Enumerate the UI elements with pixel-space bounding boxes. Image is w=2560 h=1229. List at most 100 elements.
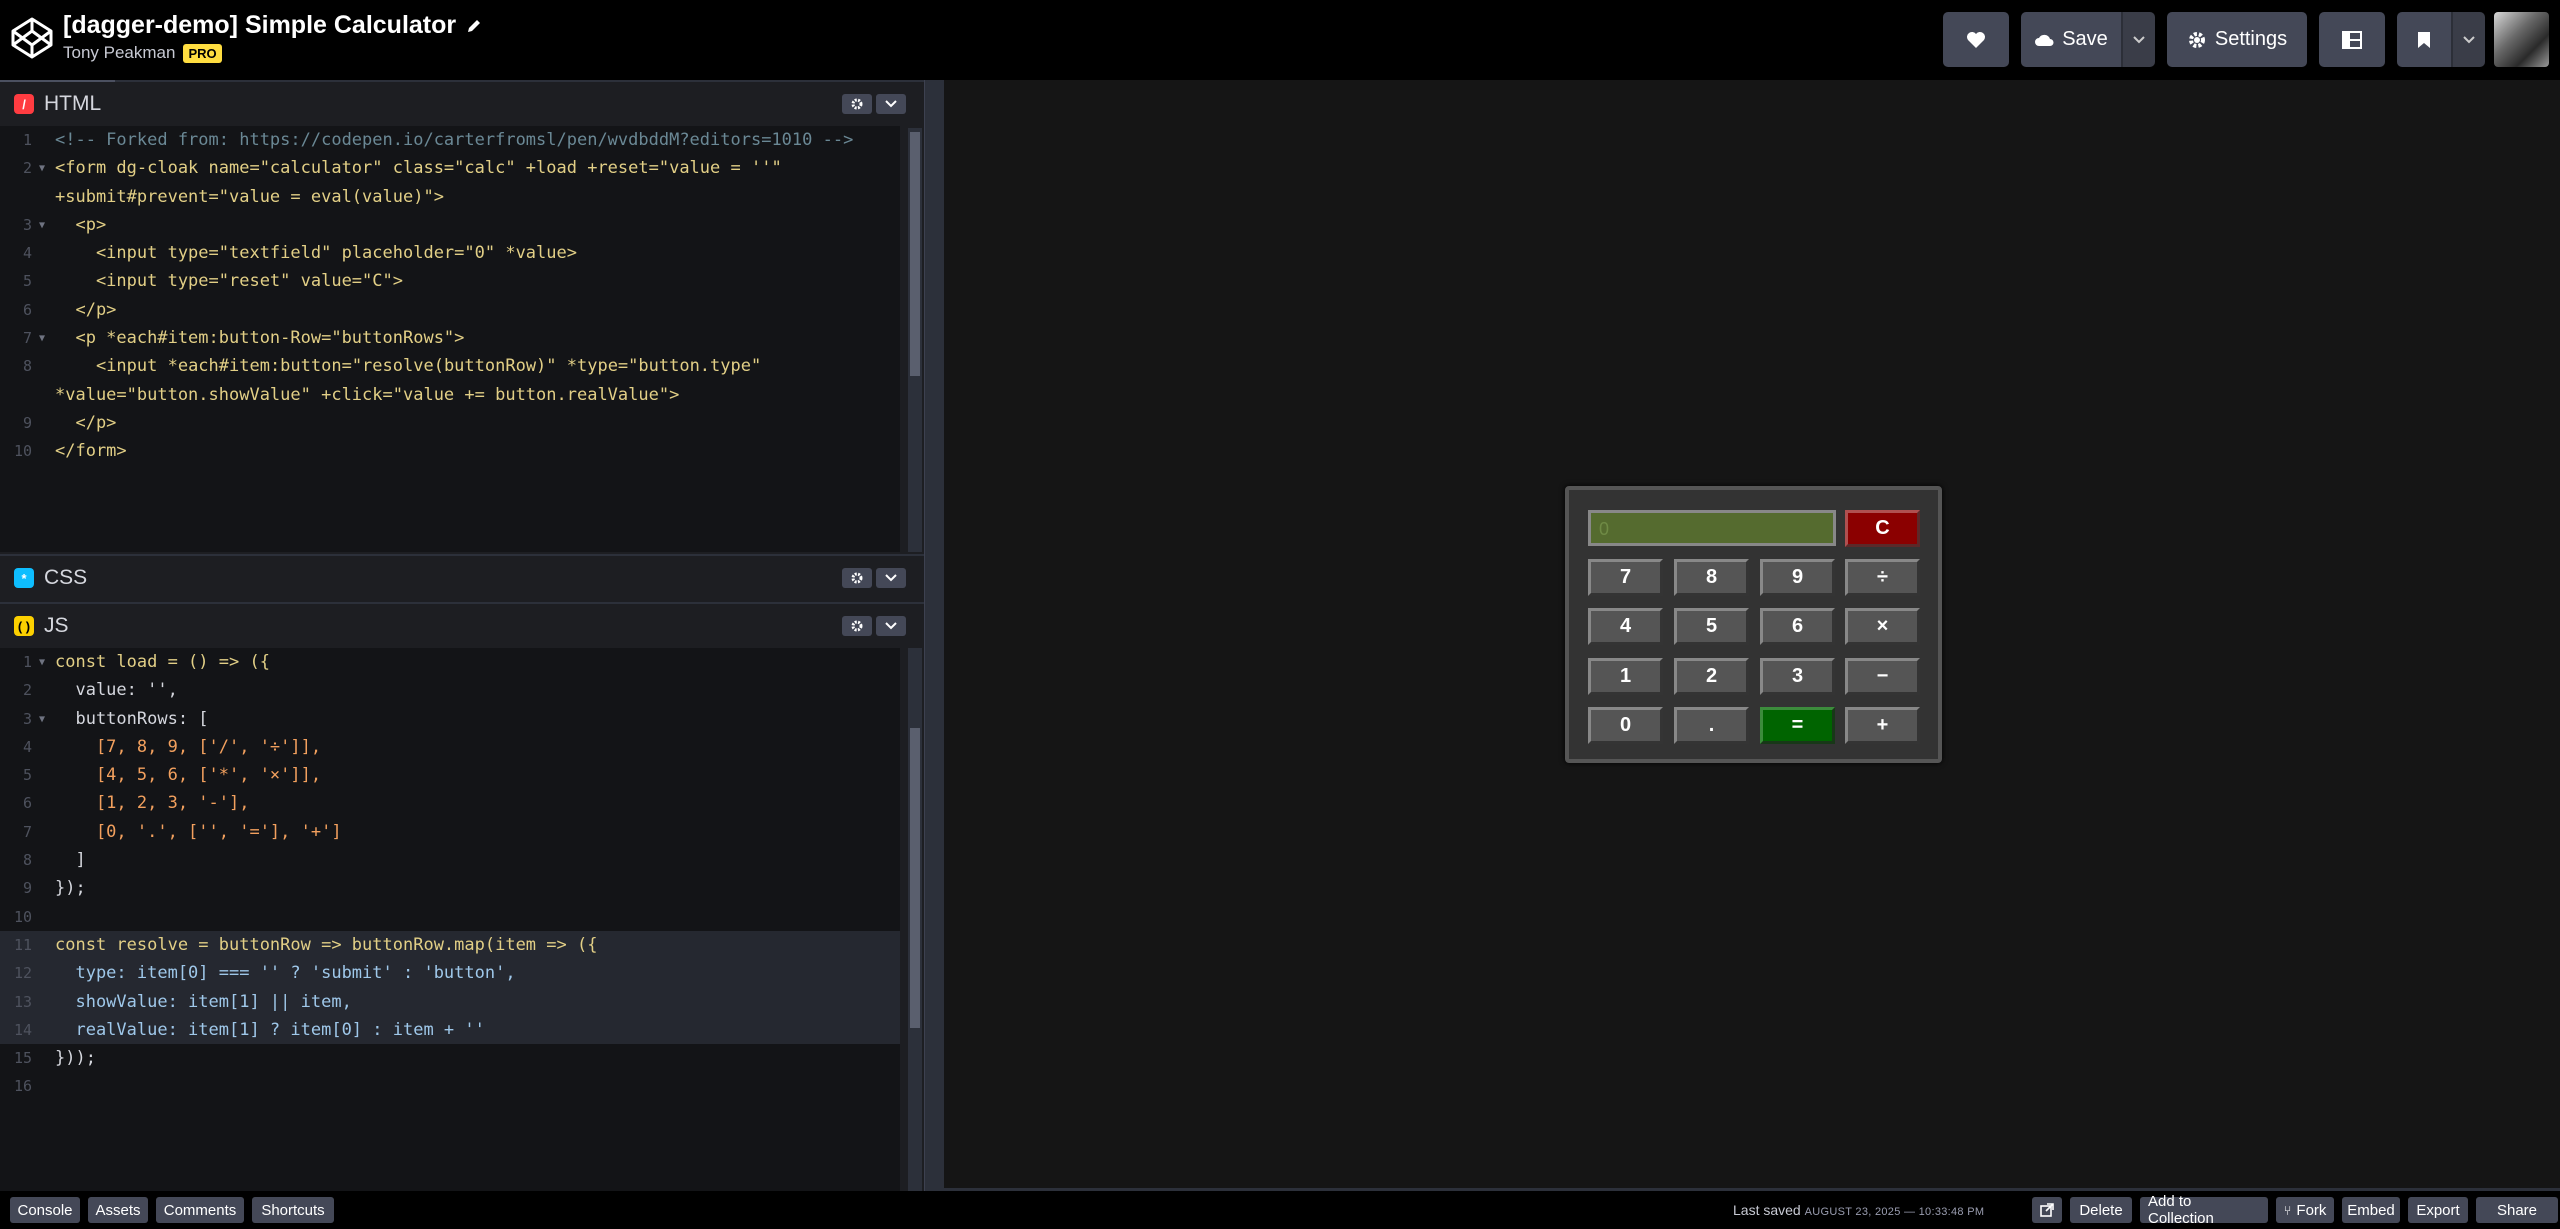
code-line: 11 const resolve = buttonRow => buttonRow… (0, 930, 900, 960)
cloud-icon (2035, 34, 2054, 46)
code-line: 2 ▼ <form dg-cloak name="calculator" class… (22, 158, 792, 207)
calculator-display[interactable]: 0 (1588, 510, 1836, 546)
code-line: 9}); (22, 878, 86, 899)
fork-button[interactable]: ⑂ Fork (2276, 1197, 2334, 1223)
key-divide[interactable]: ÷ (1845, 559, 1920, 596)
code-line: 8 ] (22, 850, 86, 871)
pen-title[interactable]: [dagger-demo] Simple Calculator (63, 11, 456, 40)
code-line: 2 value: '', (22, 680, 178, 701)
comments-button[interactable]: Comments (156, 1197, 244, 1223)
save-label: Save (2062, 28, 2108, 50)
key-9[interactable]: 9 (1760, 559, 1835, 596)
last-saved-status: Last saved AUGUST 23, 2025 — 10:33:48 PM (1733, 1202, 1984, 1218)
js-collapse-button[interactable] (876, 616, 906, 636)
add-to-collection-button[interactable]: Add to Collection (2140, 1193, 2268, 1227)
js-settings-button[interactable] (842, 616, 872, 636)
code-line: 6 </p> (22, 299, 117, 320)
code-line: 1 ▼ const load = () => ({ (22, 652, 270, 672)
html-icon: / (14, 94, 34, 114)
settings-label: Settings (2214, 28, 2288, 50)
js-editor-header: ( ) JS (0, 602, 924, 648)
code-line: 9 </p> (22, 412, 117, 433)
key-plus[interactable]: + (1845, 707, 1920, 744)
js-code-editor[interactable]: 1 ▼ const load = () => ({ 2 value: '', 3 ▼ … (0, 648, 900, 1191)
css-settings-button[interactable] (842, 568, 872, 588)
code-line: 12 type: item[0] === '' ? 'submit' : 'bu… (0, 959, 900, 988)
bottom-bar: Console Assets Comments Shortcuts Last s… (0, 1191, 2560, 1229)
key-minus[interactable]: − (1845, 658, 1920, 695)
share-button[interactable]: Share (2476, 1197, 2558, 1223)
html-scrollbar[interactable] (908, 128, 922, 552)
shortcuts-button[interactable]: Shortcuts (252, 1197, 334, 1223)
key-3[interactable]: 3 (1760, 658, 1835, 695)
save-button[interactable]: Save (2021, 12, 2121, 67)
last-saved-date: AUGUST 23, 2025 — 10:33:48 PM (1804, 1206, 1985, 1218)
code-line: 4 <input type="textfield" placeholder="0… (22, 243, 577, 264)
code-line: 4 [7, 8, 9, ['/', '÷']], (22, 736, 322, 757)
layout-icon (2342, 30, 2362, 49)
gear-icon (2188, 31, 2205, 48)
key-0[interactable]: 0 (1588, 707, 1663, 744)
tab-js[interactable]: ( ) JS (0, 604, 83, 648)
key-1[interactable]: 1 (1588, 658, 1663, 695)
assets-button[interactable]: Assets (88, 1197, 148, 1223)
code-line: 13 showValue: item[1] || item, (0, 987, 900, 1016)
html-collapse-button[interactable] (876, 94, 906, 114)
pencil-icon[interactable] (466, 18, 482, 34)
heart-button[interactable] (1943, 12, 2009, 67)
code-line: 7 ▼ <p *each#item:button-Row="buttonRows"… (22, 328, 465, 349)
key-multiply[interactable]: × (1845, 608, 1920, 645)
key-6[interactable]: 6 (1760, 608, 1835, 645)
key-decimal[interactable]: . (1674, 707, 1749, 744)
js-scrollbar-thumb[interactable] (910, 728, 920, 1028)
html-settings-button[interactable] (842, 94, 872, 114)
clear-button[interactable]: C (1845, 510, 1920, 547)
chevron-down-icon (2133, 35, 2145, 43)
js-editor-title: JS (44, 614, 69, 637)
user-avatar[interactable] (2494, 12, 2549, 67)
settings-button[interactable]: Settings (2167, 12, 2307, 67)
heart-icon (1967, 31, 1985, 48)
delete-button[interactable]: Delete (2070, 1197, 2132, 1223)
code-line: 15})); (13, 1048, 96, 1069)
code-line: 8 <input *each#item:button="resolve(butt… (22, 356, 772, 405)
gear-icon (851, 572, 863, 584)
key-5[interactable]: 5 (1674, 608, 1749, 645)
top-bar: [dagger-demo] Simple Calculator Tony Pea… (0, 0, 2560, 80)
fork-icon: ⑂ (2283, 1202, 2292, 1218)
bookmark-button[interactable] (2397, 12, 2451, 67)
js-scrollbar[interactable] (908, 648, 922, 1191)
code-line: 5 [4, 5, 6, ['*', '×']], (22, 765, 322, 786)
editor-column: / HTML 1 <!-- Forked from: https://codepe… (0, 80, 924, 1191)
gear-icon (851, 98, 863, 110)
external-link-icon (2040, 1203, 2054, 1217)
css-collapse-button[interactable] (876, 568, 906, 588)
code-line: 7 [0, '.', ['', '='], '+'] (22, 821, 342, 842)
layout-button[interactable] (2319, 12, 2385, 67)
code-line: 6 [1, 2, 3, '-'], (22, 793, 250, 814)
tab-html[interactable]: / HTML (0, 80, 116, 126)
html-editor-header: / HTML (0, 80, 924, 126)
gear-icon (851, 620, 863, 632)
export-button[interactable]: Export (2408, 1197, 2468, 1223)
console-button[interactable]: Console (10, 1197, 80, 1223)
key-2[interactable]: 2 (1674, 658, 1749, 695)
key-equals[interactable]: = (1760, 707, 1835, 744)
save-dropdown-button[interactable] (2121, 12, 2155, 67)
open-external-button[interactable] (2032, 1197, 2062, 1223)
code-line: 10 (13, 907, 32, 926)
author-name[interactable]: Tony Peakman (63, 43, 175, 63)
js-icon: ( ) (14, 616, 34, 636)
tab-css[interactable]: * CSS (0, 556, 102, 600)
bookmark-dropdown-button[interactable] (2451, 12, 2485, 67)
key-4[interactable]: 4 (1588, 608, 1663, 645)
editor-resize-handle[interactable] (924, 80, 944, 1191)
code-line: 10 </form> (13, 441, 127, 462)
key-7[interactable]: 7 (1588, 559, 1663, 596)
html-scrollbar-thumb[interactable] (910, 132, 920, 376)
codepen-logo-icon[interactable] (10, 16, 54, 60)
key-8[interactable]: 8 (1674, 559, 1749, 596)
embed-button[interactable]: Embed (2342, 1197, 2400, 1223)
pro-badge: PRO (183, 43, 222, 63)
html-code-editor[interactable]: 1 <!-- Forked from: https://codepen.io/ca… (0, 126, 900, 552)
